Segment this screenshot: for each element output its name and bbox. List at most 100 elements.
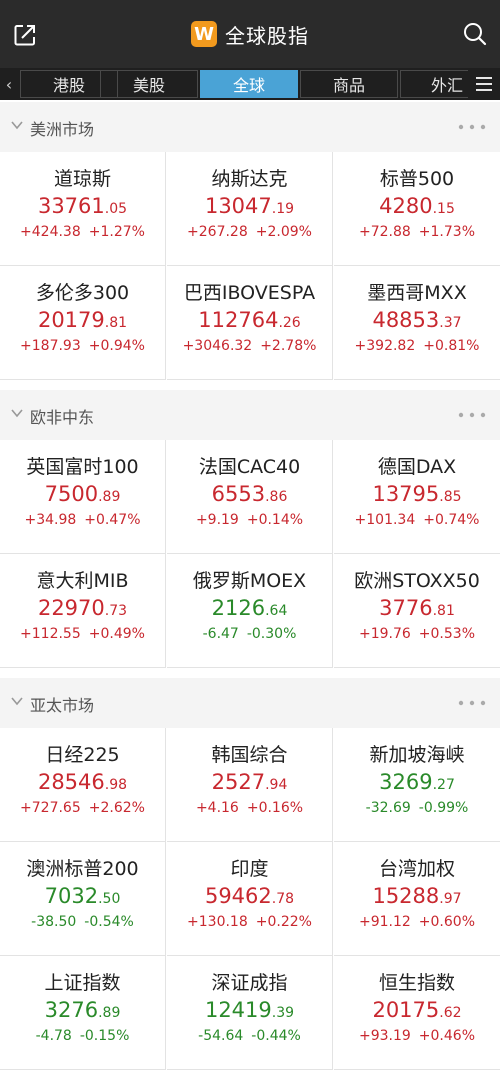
index-card[interactable]: 韩国综合 2527.94 +4.16 +0.16%: [167, 728, 333, 842]
change-value: +19.76: [358, 626, 411, 642]
index-change: +392.82 +0.81%: [334, 338, 500, 354]
index-price: 20175.62: [372, 998, 462, 1022]
index-name: 德国DAX: [377, 456, 457, 478]
index-price: 59462.78: [204, 884, 295, 908]
index-name: 纳斯达克: [211, 168, 288, 190]
index-card[interactable]: 俄罗斯MOEX 2126.64 -6.47 -0.30%: [167, 554, 333, 668]
index-card[interactable]: 日经225 28546.98 +727.65 +2.62%: [0, 728, 166, 842]
section-header[interactable]: 美洲市场: [0, 102, 500, 152]
index-change: +424.38 +1.27%: [0, 224, 165, 240]
index-card[interactable]: 欧洲STOXX50 3776.81 +19.76 +0.53%: [334, 554, 500, 668]
change-percent: +0.49%: [88, 626, 145, 642]
index-card[interactable]: 印度 59462.78 +130.18 +0.22%: [167, 842, 333, 956]
section-header[interactable]: 欧非中东: [0, 390, 500, 440]
index-card[interactable]: 法国CAC40 6553.86 +9.19 +0.14%: [167, 440, 333, 554]
index-price: 28546.98: [37, 770, 128, 794]
index-name: 英国富时100: [26, 456, 139, 478]
index-price: 3269.27: [379, 770, 455, 794]
index-price: 7500.89: [44, 482, 121, 506]
index-change: +130.18 +0.22%: [167, 914, 332, 930]
index-price: 3776.81: [379, 596, 455, 620]
tab-2[interactable]: 全球: [200, 70, 298, 98]
index-change: +91.12 +0.60%: [334, 914, 500, 930]
index-card[interactable]: 标普500 4280.15 +72.88 +1.73%: [334, 152, 500, 266]
index-card[interactable]: 台湾加权 15288.97 +91.12 +0.60%: [334, 842, 500, 956]
index-card[interactable]: 恒生指数 20175.62 +93.19 +0.46%: [334, 956, 500, 1070]
index-change: +19.76 +0.53%: [334, 626, 500, 642]
index-card[interactable]: 德国DAX 13795.85 +101.34 +0.74%: [334, 440, 500, 554]
index-price: 13795.85: [372, 482, 462, 506]
index-name: 意大利MIB: [36, 570, 129, 592]
index-name: 巴西IBOVESPA: [183, 282, 316, 304]
chevron-down-icon[interactable]: [10, 118, 24, 132]
index-card[interactable]: 道琼斯 33761.05 +424.38 +1.27%: [0, 152, 166, 266]
top-bar: W 全球股指: [0, 0, 500, 68]
index-name: 深证成指: [211, 972, 288, 994]
change-percent: +0.16%: [246, 800, 304, 816]
change-percent: +2.78%: [260, 338, 317, 354]
index-price: 7032.50: [44, 884, 121, 908]
search-icon[interactable]: [462, 21, 488, 47]
change-value: +112.55: [20, 626, 81, 642]
change-percent: +0.47%: [84, 512, 141, 528]
chevron-down-icon[interactable]: [10, 694, 24, 708]
index-name: 韩国综合: [211, 744, 288, 766]
tab-1[interactable]: 美股: [100, 70, 198, 98]
change-value: -54.64: [198, 1028, 244, 1044]
change-value: +4.16: [195, 800, 239, 816]
index-name: 法国CAC40: [198, 456, 301, 478]
chevron-down-icon[interactable]: [10, 406, 24, 420]
index-price: 6553.86: [211, 482, 288, 506]
index-change: +101.34 +0.74%: [334, 512, 500, 528]
tab-scroll-left-icon[interactable]: ‹: [0, 68, 18, 100]
index-name: 新加坡海峡: [369, 744, 465, 766]
index-change: -54.64 -0.44%: [167, 1028, 332, 1044]
change-value: +392.82: [354, 338, 416, 354]
section-title: 亚太市场: [30, 696, 95, 715]
tab-4[interactable]: 外汇: [400, 70, 472, 98]
index-price: 4280.15: [379, 194, 455, 218]
index-card[interactable]: 纳斯达克 13047.19 +267.28 +2.09%: [167, 152, 333, 266]
index-card[interactable]: 意大利MIB 22970.73 +112.55 +0.49%: [0, 554, 166, 668]
tab-3[interactable]: 商品: [300, 70, 398, 98]
index-price: 22970.73: [37, 596, 128, 620]
index-grid: 日经225 28546.98 +727.65 +2.62% 韩国综合 2527.94 +4.…: [0, 728, 500, 1070]
change-value: +101.34: [354, 512, 416, 528]
change-percent: -0.15%: [79, 1028, 130, 1044]
change-percent: +1.27%: [88, 224, 145, 240]
index-card[interactable]: 澳洲标普200 7032.50 -38.50 -0.54%: [0, 842, 166, 956]
index-change: +112.55 +0.49%: [0, 626, 165, 642]
index-change: +9.19 +0.14%: [167, 512, 332, 528]
menu-icon[interactable]: [468, 68, 500, 100]
change-percent: +0.14%: [246, 512, 304, 528]
more-dots-icon[interactable]: [458, 412, 486, 418]
change-value: +91.12: [358, 914, 411, 930]
page-title: 全球股指: [225, 23, 309, 48]
change-percent: +0.60%: [418, 914, 476, 930]
index-grid: 英国富时100 7500.89 +34.98 +0.47% 法国CAC40 6553.86…: [0, 440, 500, 668]
index-card[interactable]: 上证指数 3276.89 -4.78 -0.15%: [0, 956, 166, 1070]
index-name: 道琼斯: [53, 168, 111, 190]
index-card[interactable]: 新加坡海峡 3269.27 -32.69 -0.99%: [334, 728, 500, 842]
index-change: -6.47 -0.30%: [167, 626, 332, 642]
index-name: 标普500: [379, 168, 455, 190]
index-card[interactable]: 墨西哥MXX 48853.37 +392.82 +0.81%: [334, 266, 500, 380]
change-percent: +2.62%: [88, 800, 145, 816]
more-dots-icon[interactable]: [458, 124, 486, 130]
more-dots-icon[interactable]: [458, 700, 486, 706]
index-card[interactable]: 多伦多300 20179.81 +187.93 +0.94%: [0, 266, 166, 380]
index-name: 多伦多300: [35, 282, 130, 304]
market-tabs: ‹ 港股 美股 全球 商品 外汇: [0, 68, 500, 100]
section-title: 欧非中东: [30, 408, 95, 427]
index-card[interactable]: 英国富时100 7500.89 +34.98 +0.47%: [0, 440, 166, 554]
change-value: +9.19: [195, 512, 239, 528]
change-percent: -0.99%: [418, 800, 469, 816]
index-price: 48853.37: [372, 308, 462, 332]
index-name: 日经225: [45, 744, 120, 766]
index-name: 印度: [230, 858, 269, 880]
index-card[interactable]: 巴西IBOVESPA 112764.26 +3046.32 +2.78%: [167, 266, 333, 380]
change-percent: +0.53%: [418, 626, 476, 642]
section-header[interactable]: 亚太市场: [0, 678, 500, 728]
index-change: -4.78 -0.15%: [0, 1028, 165, 1044]
index-card[interactable]: 深证成指 12419.39 -54.64 -0.44%: [167, 956, 333, 1070]
